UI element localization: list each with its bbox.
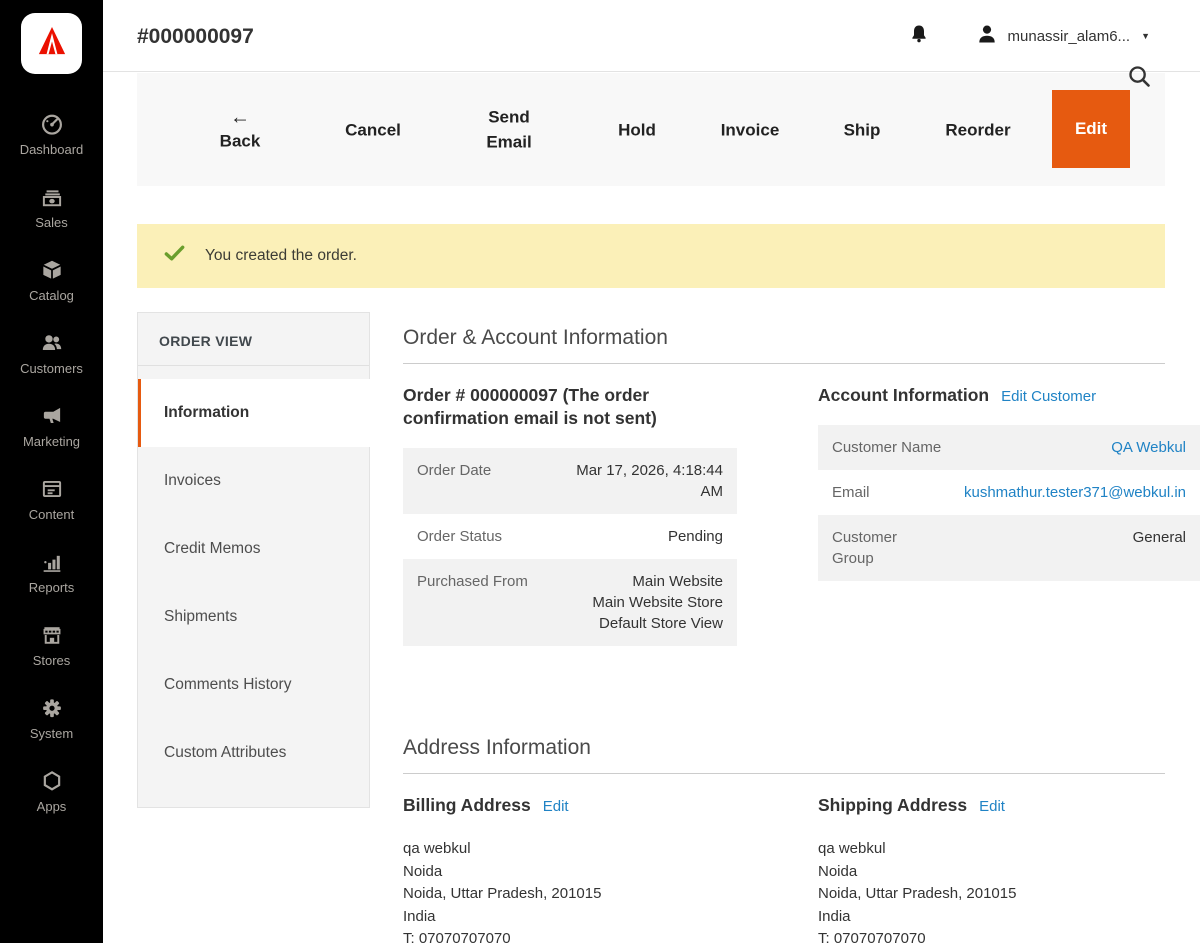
customers-icon: [39, 330, 65, 356]
billing-address-block: Billing Address Edit qa webkul Noida Noi…: [403, 794, 783, 943]
hold-button[interactable]: Hold: [618, 117, 656, 143]
catalog-box-icon: [39, 257, 65, 283]
user-account-menu[interactable]: munassir_alam6... ▼: [975, 22, 1150, 51]
customer-email-link[interactable]: kushmathur.tester371@webkul.in: [942, 482, 1186, 503]
order-number-heading: Order # 000000097 (The order confirmatio…: [403, 384, 737, 430]
sidebar-item-label: Apps: [37, 799, 67, 814]
sidebar-item-stores[interactable]: Stores: [0, 608, 103, 681]
dashboard-icon: [39, 111, 65, 137]
account-info-table: Customer Name QA Webkul Email kushmathur…: [818, 425, 1200, 581]
chevron-down-icon: ▼: [1141, 31, 1150, 41]
table-row: Email kushmathur.tester371@webkul.in: [818, 470, 1200, 515]
sidebar-item-dashboard[interactable]: Dashboard: [0, 97, 103, 170]
edit-shipping-address-link[interactable]: Edit: [979, 798, 1005, 815]
sidebar-item-label: Marketing: [23, 434, 80, 449]
sidebar-item-sales[interactable]: Sales: [0, 170, 103, 243]
marketing-megaphone-icon: [39, 403, 65, 429]
cancel-button[interactable]: Cancel: [345, 117, 401, 143]
table-row: Customer Group General: [818, 515, 1200, 581]
back-button[interactable]: ← Back: [220, 106, 261, 154]
customer-name-link[interactable]: QA Webkul: [942, 437, 1186, 458]
order-view-tab-shipments[interactable]: Shipments: [138, 583, 369, 651]
sidebar-item-label: Reports: [29, 580, 75, 595]
back-arrow-icon: ←: [220, 106, 261, 128]
user-avatar-icon: [975, 22, 999, 51]
order-view-tab-information[interactable]: Information: [138, 379, 370, 447]
account-information-block: Account Information Edit Customer Custom…: [818, 384, 1200, 581]
sidebar-item-label: Dashboard: [20, 142, 84, 157]
sidebar-item-apps[interactable]: Apps: [0, 754, 103, 827]
purchased-from-value: Main Website Main Website Store Default …: [557, 571, 723, 634]
admin-sidebar: Dashboard Sales Catalog Customers: [0, 0, 103, 943]
sidebar-item-label: System: [30, 726, 73, 741]
adobe-logo-icon: [31, 20, 73, 67]
sidebar-item-label: Catalog: [29, 288, 74, 303]
sidebar-item-label: Sales: [35, 215, 68, 230]
order-status-value: Pending: [557, 526, 723, 547]
shipping-address-block: Shipping Address Edit qa webkul Noida No…: [818, 794, 1198, 943]
sidebar-menu: Dashboard Sales Catalog Customers: [0, 97, 103, 827]
success-message-text: You created the order.: [205, 247, 357, 265]
section-title-address: Address Information: [403, 736, 1165, 774]
send-email-button[interactable]: Send Email: [466, 104, 552, 155]
order-view-tab-credit-memos[interactable]: Credit Memos: [138, 515, 369, 583]
sidebar-item-system[interactable]: System: [0, 681, 103, 754]
order-actions-toolbar: ← Back Cancel Send Email Hold Invoice Sh…: [137, 73, 1165, 186]
sidebar-item-content[interactable]: Content: [0, 462, 103, 535]
edit-customer-link[interactable]: Edit Customer: [1001, 388, 1096, 405]
sales-icon: [39, 184, 65, 210]
order-view-panel: ORDER VIEW Information Invoices Credit M…: [137, 312, 370, 808]
order-view-page: Dashboard Sales Catalog Customers: [0, 0, 1200, 943]
table-row: Order Status Pending: [403, 514, 737, 559]
sidebar-item-label: Customers: [20, 361, 83, 376]
order-date-value: Mar 17, 2026, 4:18:44 AM: [557, 460, 723, 502]
edit-button[interactable]: Edit: [1052, 90, 1130, 168]
success-message-banner: You created the order.: [137, 224, 1165, 288]
ship-button[interactable]: Ship: [844, 117, 881, 143]
order-view-panel-title: ORDER VIEW: [138, 313, 369, 366]
customer-group-value: General: [942, 527, 1186, 569]
sidebar-item-customers[interactable]: Customers: [0, 316, 103, 389]
username-label: munassir_alam6...: [1008, 28, 1131, 45]
search-icon[interactable]: [1126, 63, 1153, 95]
page-header: #000000097 munassir_alam6... ▼: [103, 0, 1200, 72]
table-row: Order Date Mar 17, 2026, 4:18:44 AM: [403, 448, 737, 514]
success-check-icon: [163, 242, 186, 270]
billing-address-lines: qa webkul Noida Noida, Uttar Pradesh, 20…: [403, 838, 783, 943]
apps-hexagon-icon: [39, 768, 65, 794]
edit-billing-address-link[interactable]: Edit: [543, 798, 569, 815]
sidebar-item-marketing[interactable]: Marketing: [0, 389, 103, 462]
stores-storefront-icon: [39, 622, 65, 648]
system-gear-icon: [39, 695, 65, 721]
order-view-tab-invoices[interactable]: Invoices: [138, 447, 369, 515]
account-information-heading: Account Information: [818, 384, 989, 407]
content-page-icon: [39, 476, 65, 502]
page-title: #000000097: [137, 25, 254, 49]
adobe-commerce-logo[interactable]: [21, 13, 82, 74]
reports-chart-icon: [39, 549, 65, 575]
reorder-button[interactable]: Reorder: [945, 117, 1010, 143]
shipping-address-lines: qa webkul Noida Noida, Uttar Pradesh, 20…: [818, 838, 1198, 943]
section-title-order-account: Order & Account Information: [403, 326, 1165, 364]
sidebar-item-catalog[interactable]: Catalog: [0, 243, 103, 316]
table-row: Customer Name QA Webkul: [818, 425, 1200, 470]
sidebar-item-reports[interactable]: Reports: [0, 535, 103, 608]
order-view-tab-comments-history[interactable]: Comments History: [138, 651, 369, 719]
sidebar-item-label: Content: [29, 507, 75, 522]
notifications-bell-icon[interactable]: [907, 22, 931, 51]
invoice-button[interactable]: Invoice: [721, 117, 780, 143]
shipping-address-heading: Shipping Address: [818, 794, 967, 817]
sidebar-item-label: Stores: [33, 653, 71, 668]
order-information-block: Order # 000000097 (The order confirmatio…: [403, 384, 737, 646]
billing-address-heading: Billing Address: [403, 794, 531, 817]
order-info-table: Order Date Mar 17, 2026, 4:18:44 AM Orde…: [403, 448, 737, 646]
order-view-tab-custom-attributes[interactable]: Custom Attributes: [138, 719, 369, 787]
table-row: Purchased From Main Website Main Website…: [403, 559, 737, 646]
